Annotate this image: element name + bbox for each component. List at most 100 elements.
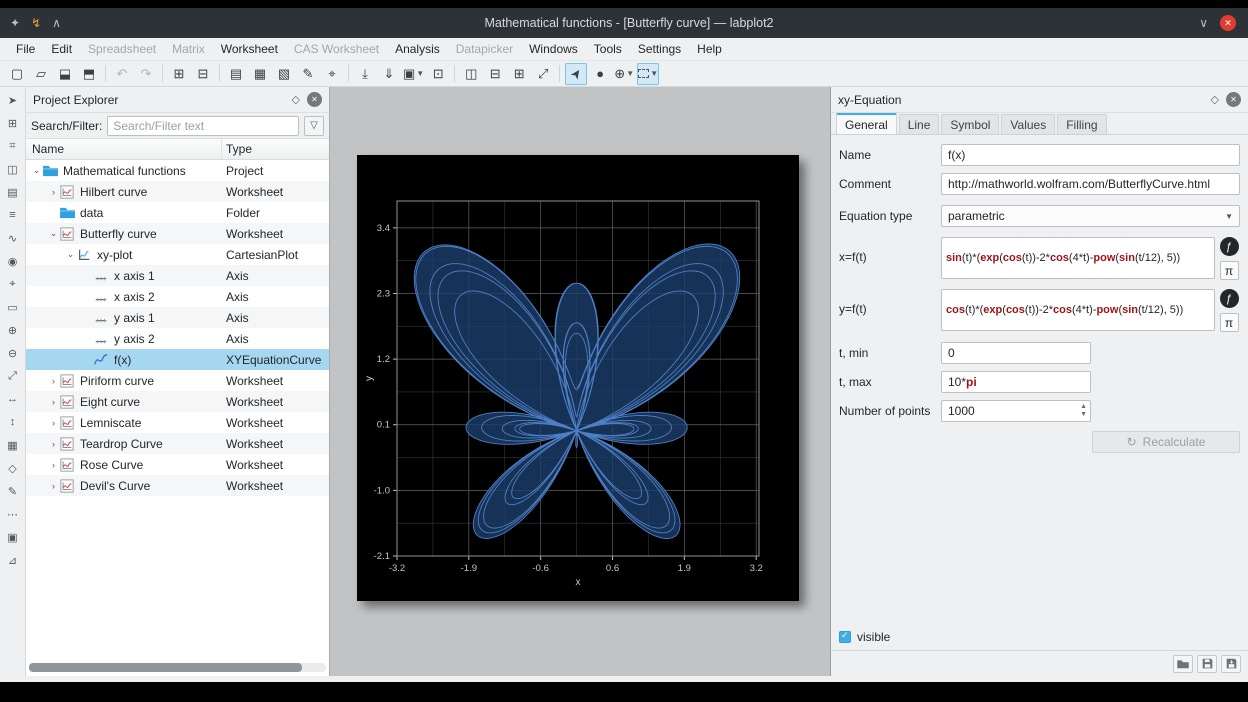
menu-file[interactable]: File [8,40,43,58]
new-spreadsheet-button[interactable]: ▤ [225,63,247,85]
column-header-type[interactable]: Type [222,139,329,159]
tab-values[interactable]: Values [1001,114,1055,134]
equation-type-select[interactable]: parametric ▼ [941,205,1240,227]
expander-icon[interactable]: ⌄ [47,228,60,239]
zoom-fit-button[interactable]: ⊡ [427,63,449,85]
menu-analysis[interactable]: Analysis [387,40,448,58]
window-close-button[interactable]: ✕ [1220,15,1236,31]
tree-row-mathematical-functions[interactable]: ⌄Mathematical functionsProject [26,160,329,181]
new-folder-button[interactable]: ⊟ [192,63,214,85]
window-shade-icon[interactable]: ∧ [52,16,61,30]
expander-icon[interactable]: › [47,460,60,470]
column-header-name[interactable]: Name [26,139,222,159]
selection-region-button[interactable]: ▼ [637,63,659,85]
navigate-tool-button[interactable]: ● [589,63,611,85]
insert-constant-button[interactable]: π [1220,261,1239,280]
worksheet-view[interactable]: -3.2-1.9-0.60.61.93.23.42.31.20.1-1.0-2.… [330,87,831,676]
side-toolbar-button[interactable]: ⊿ [4,552,22,568]
menu-windows[interactable]: Windows [521,40,586,58]
zoom-tool-button[interactable]: ⊕▼ [613,63,635,85]
select-tool-button[interactable]: ➤ [565,63,587,85]
new-worksheet-button[interactable]: ▧ [273,63,295,85]
tree-row-hilbert-curve[interactable]: ›Hilbert curveWorksheet [26,181,329,202]
float-panel-icon[interactable]: ◇ [292,93,300,106]
import-file-button[interactable]: ⤓ [354,63,376,85]
side-toolbar-button[interactable]: ▣ [4,529,22,545]
expander-icon[interactable]: ⌄ [30,165,43,176]
menu-help[interactable]: Help [689,40,730,58]
vertical-layout-button[interactable]: ◫ [460,63,482,85]
window-pin-icon[interactable]: ✦ [10,16,20,30]
tree-row-teardrop-curve[interactable]: ›Teardrop CurveWorksheet [26,433,329,454]
window-bolt-icon[interactable]: ↯ [31,16,41,30]
side-toolbar-button[interactable]: ∿ [4,230,22,246]
side-toolbar-button[interactable]: ➤ [4,92,22,108]
tree-row-piriform-curve[interactable]: ›Piriform curveWorksheet [26,370,329,391]
horizontal-scrollbar[interactable] [29,663,326,672]
number-of-points-stepper[interactable]: 1000 ▲▼ [941,400,1091,422]
tree-row-y-axis-1[interactable]: y axis 1Axis [26,307,329,328]
y-equation-input[interactable]: cos(t)*(exp(cos(t))-2*cos(4*t)-pow(sin(t… [941,289,1215,331]
expander-icon[interactable]: › [47,397,60,407]
open-project-button[interactable]: ▱ [30,63,52,85]
plot-area[interactable]: -3.2-1.9-0.60.61.93.23.42.31.20.1-1.0-2.… [357,155,799,601]
insert-constant-button[interactable]: π [1220,313,1239,332]
tree-row-xy-plot[interactable]: ⌄xy-plotCartesianPlot [26,244,329,265]
grid-layout-button[interactable]: ⊞ [508,63,530,85]
tree-row-devil-s-curve[interactable]: ›Devil's CurveWorksheet [26,475,329,496]
save-default-button[interactable] [1221,655,1241,673]
tree-row-f-x-[interactable]: f(x)XYEquationCurve [26,349,329,370]
side-toolbar-button[interactable]: ⊖ [4,345,22,361]
tree-row-y-axis-2[interactable]: y axis 2Axis [26,328,329,349]
t-min-input[interactable]: 0 [941,342,1091,364]
menu-edit[interactable]: Edit [43,40,80,58]
tree-row-eight-curve[interactable]: ›Eight curveWorksheet [26,391,329,412]
close-panel-icon[interactable]: ✕ [307,92,322,107]
recalculate-button[interactable]: ↻ Recalculate [1092,431,1240,453]
side-toolbar-button[interactable]: ▤ [4,184,22,200]
expander-icon[interactable]: › [47,187,60,197]
expander-icon[interactable]: › [47,439,60,449]
tab-filling[interactable]: Filling [1057,114,1106,134]
expander-icon[interactable]: › [47,418,60,428]
print-preview-button[interactable]: ⬒ [78,63,100,85]
expander-icon[interactable]: › [47,481,60,491]
redo-button[interactable]: ↷ [135,63,157,85]
filter-options-button[interactable]: ▽ [304,116,324,136]
insert-function-button[interactable]: ƒ [1220,237,1239,256]
tree-row-rose-curve[interactable]: ›Rose CurveWorksheet [26,454,329,475]
x-equation-input[interactable]: sin(t)*(exp(cos(t))-2*cos(4*t)-pow(sin(t… [941,237,1215,279]
side-toolbar-button[interactable]: ◇ [4,460,22,476]
expander-icon[interactable]: › [47,376,60,386]
comment-input[interactable]: http://mathworld.wolfram.com/ButterflyCu… [941,173,1240,195]
side-toolbar-button[interactable]: ▭ [4,299,22,315]
tree-row-butterfly-curve[interactable]: ⌄Butterfly curveWorksheet [26,223,329,244]
tab-line[interactable]: Line [899,114,940,134]
side-toolbar-button[interactable]: ≡ [4,207,22,223]
search-input[interactable] [107,116,299,136]
tab-general[interactable]: General [836,113,897,134]
menu-settings[interactable]: Settings [630,40,689,58]
side-toolbar-button[interactable]: ◉ [4,253,22,269]
insert-function-button[interactable]: ƒ [1220,289,1239,308]
visible-checkbox[interactable] [839,631,851,643]
side-toolbar-button[interactable]: ⋯ [4,506,22,522]
side-toolbar-button[interactable]: ⌖ [4,276,22,292]
side-toolbar-button[interactable]: ▦ [4,437,22,453]
float-dock-icon[interactable]: ◇ [1211,93,1219,106]
tab-symbol[interactable]: Symbol [941,114,999,134]
t-max-input[interactable]: 10*pi [941,371,1091,393]
import-database-button[interactable]: ⇓ [378,63,400,85]
tree-row-lemniscate[interactable]: ›LemniscateWorksheet [26,412,329,433]
horizontal-layout-button[interactable]: ⊟ [484,63,506,85]
new-note-button[interactable]: ✎ [297,63,319,85]
tree-row-data[interactable]: dataFolder [26,202,329,223]
new-project-button[interactable]: ▢ [6,63,28,85]
side-toolbar-button[interactable]: ⤢ [4,368,22,384]
expander-icon[interactable]: ⌄ [64,249,77,260]
new-workbook-button[interactable]: ⊞ [168,63,190,85]
close-dock-icon[interactable]: ✕ [1226,92,1241,107]
side-toolbar-button[interactable]: ⌗ [4,138,22,154]
load-template-button[interactable] [1173,655,1193,673]
side-toolbar-button[interactable]: ⊕ [4,322,22,338]
